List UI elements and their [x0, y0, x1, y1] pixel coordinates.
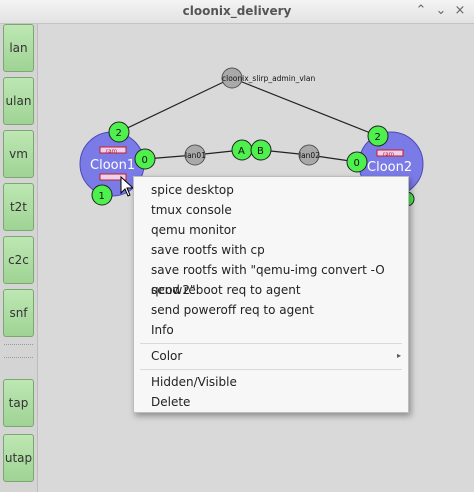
vm-label-cloon2: Cloon2 [367, 160, 412, 175]
port-label: 0 [354, 158, 360, 169]
menu-item-delete[interactable]: Delete [134, 392, 408, 412]
context-menu: spice desktop tmux console qemu monitor … [133, 176, 409, 413]
menu-item-hidden-visible[interactable]: Hidden/Visible [134, 372, 408, 392]
lan-label-lan02: lan02 [299, 151, 320, 160]
menu-item-send-poweroff[interactable]: send poweroff req to agent [134, 300, 408, 320]
sidebar-button-utap[interactable]: utap [3, 434, 34, 482]
menu-item-save-rootfs-cp[interactable]: save rootfs with cp [134, 240, 408, 260]
menu-separator [140, 343, 402, 344]
vm-ram-label: ram [383, 152, 394, 158]
sidebar: lan ulan vm t2t c2c snf tap utap [0, 24, 38, 492]
submenu-arrow-icon: ▸ [396, 351, 401, 360]
menu-item-save-rootfs-qemu-img[interactable]: save rootfs with "qemu-img convert -O qc… [134, 260, 408, 297]
port-label: 2 [116, 128, 122, 139]
sidebar-button-t2t[interactable]: t2t [3, 183, 34, 231]
port-label: 0 [142, 155, 148, 166]
menu-item-tmux-console[interactable]: tmux console [134, 200, 408, 220]
window-title: cloonix_delivery [182, 4, 292, 18]
port-label: A [238, 146, 245, 157]
menu-item-qemu-monitor[interactable]: qemu monitor [134, 220, 408, 240]
menu-item-spice-desktop[interactable]: spice desktop [134, 180, 408, 200]
close-icon[interactable]: × [452, 3, 468, 19]
menu-item-color[interactable]: Color ▸ [134, 346, 408, 366]
sidebar-button-tap[interactable]: tap [3, 379, 34, 427]
port-label: B [257, 146, 264, 157]
title-bar: cloonix_delivery ⌃ ⌄ × [0, 0, 474, 24]
sidebar-button-vm[interactable]: vm [3, 130, 34, 178]
vm-ram-label: ram [106, 149, 117, 155]
menu-separator [140, 369, 402, 370]
maximize-icon[interactable]: ⌄ [433, 3, 449, 19]
sidebar-button-c2c[interactable]: c2c [3, 236, 34, 284]
port-label: 2 [375, 132, 381, 143]
vm-label-cloon1: Cloon1 [90, 158, 135, 173]
menu-item-send-reboot[interactable]: send reboot req to agent [134, 280, 408, 300]
minimize-icon[interactable]: ⌃ [413, 3, 429, 19]
sidebar-separator [4, 357, 33, 358]
sidebar-button-ulan[interactable]: ulan [3, 77, 34, 125]
lan-label-lan01: lan01 [185, 151, 206, 160]
sidebar-separator [4, 344, 33, 345]
sidebar-button-lan[interactable]: lan [3, 24, 34, 72]
port-label: 1 [99, 191, 105, 202]
lan-label-admin: cloonix_slirp_admin_vlan [222, 74, 315, 83]
menu-item-color-label: Color [151, 349, 183, 363]
sidebar-button-snf[interactable]: snf [3, 289, 34, 337]
link-line [231, 77, 379, 137]
menu-item-info[interactable]: Info [134, 320, 408, 340]
link-line [118, 77, 233, 133]
